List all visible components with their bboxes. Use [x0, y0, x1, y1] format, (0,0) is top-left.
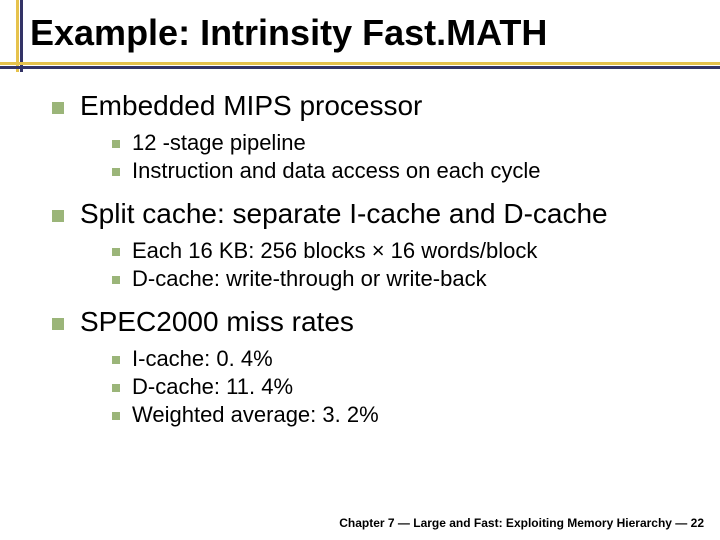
list-item: I-cache: 0. 4% — [112, 346, 700, 372]
bullet-text: SPEC2000 miss rates — [80, 306, 354, 338]
bullet-text: I-cache: 0. 4% — [132, 346, 273, 372]
slide-footer: Chapter 7 — Large and Fast: Exploiting M… — [339, 516, 704, 530]
page-title: Example: Intrinsity Fast.MATH — [30, 12, 547, 54]
square-bullet-icon — [112, 412, 120, 420]
square-bullet-icon — [112, 384, 120, 392]
bullet-list-level2: Each 16 KB: 256 blocks × 16 words/block … — [112, 238, 700, 292]
list-item: SPEC2000 miss rates I-cache: 0. 4% D-cac… — [52, 306, 700, 428]
square-bullet-icon — [52, 318, 64, 330]
list-item: D-cache: 11. 4% — [112, 374, 700, 400]
bullet-list-level2: I-cache: 0. 4% D-cache: 11. 4% Weighted … — [112, 346, 700, 428]
square-bullet-icon — [112, 248, 120, 256]
bullet-list-level1: Embedded MIPS processor 12 -stage pipeli… — [52, 90, 700, 428]
bullet-text: Split cache: separate I-cache and D-cach… — [80, 198, 608, 230]
bullet-text: Embedded MIPS processor — [80, 90, 422, 122]
square-bullet-icon — [112, 276, 120, 284]
slide-header: Example: Intrinsity Fast.MATH — [0, 0, 720, 72]
bullet-text: D-cache: write-through or write-back — [132, 266, 487, 292]
header-rule-horizontal-yellow — [0, 62, 720, 65]
square-bullet-icon — [52, 102, 64, 114]
list-item: Weighted average: 3. 2% — [112, 402, 700, 428]
list-item: Instruction and data access on each cycl… — [112, 158, 700, 184]
square-bullet-icon — [112, 140, 120, 148]
bullet-text: D-cache: 11. 4% — [132, 374, 293, 400]
bullet-text: 12 -stage pipeline — [132, 130, 306, 156]
header-rule-horizontal-blue — [0, 66, 720, 69]
bullet-text: Weighted average: 3. 2% — [132, 402, 379, 428]
list-item: Embedded MIPS processor 12 -stage pipeli… — [52, 90, 700, 184]
list-item: Split cache: separate I-cache and D-cach… — [52, 198, 700, 292]
square-bullet-icon — [112, 168, 120, 176]
list-item: Each 16 KB: 256 blocks × 16 words/block — [112, 238, 700, 264]
slide-body: Embedded MIPS processor 12 -stage pipeli… — [0, 72, 720, 428]
square-bullet-icon — [112, 356, 120, 364]
list-item: D-cache: write-through or write-back — [112, 266, 700, 292]
bullet-list-level2: 12 -stage pipeline Instruction and data … — [112, 130, 700, 184]
list-item: 12 -stage pipeline — [112, 130, 700, 156]
bullet-text: Instruction and data access on each cycl… — [132, 158, 540, 184]
bullet-text: Each 16 KB: 256 blocks × 16 words/block — [132, 238, 537, 264]
square-bullet-icon — [52, 210, 64, 222]
